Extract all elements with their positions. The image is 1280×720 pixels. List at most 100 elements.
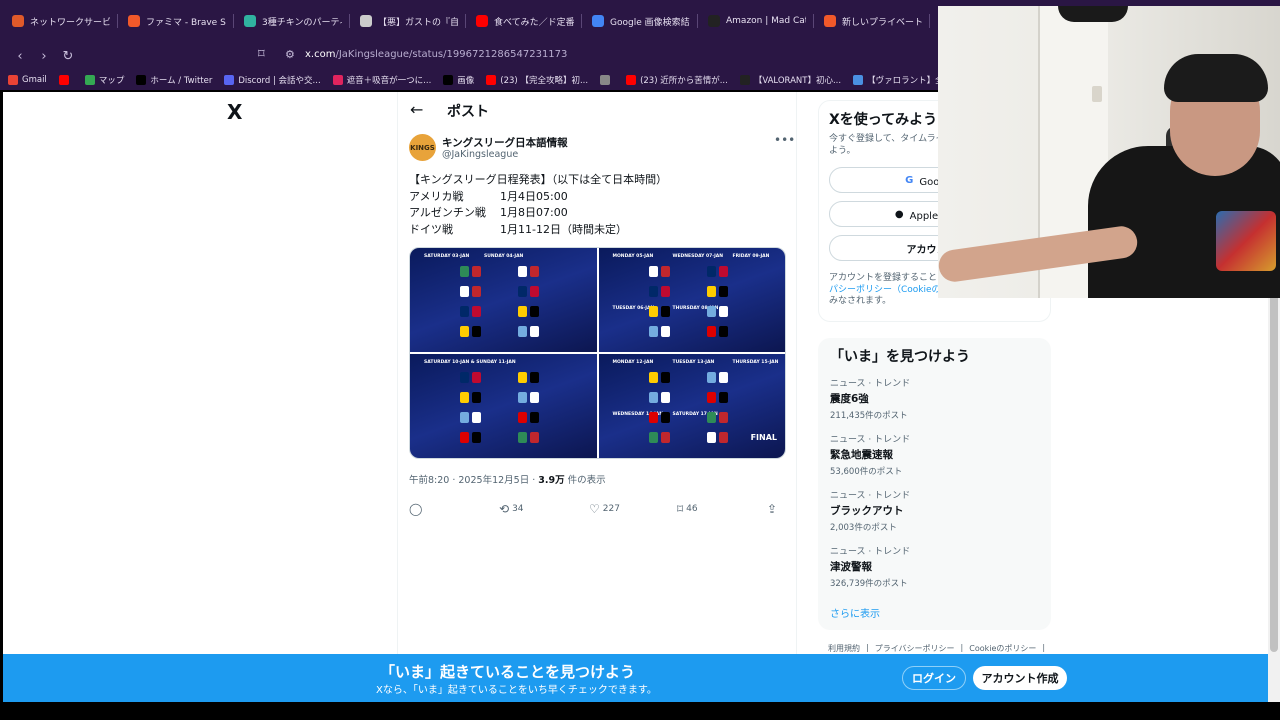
post-time[interactable]: 午前8:20 · 2025年12月5日 · xyxy=(409,475,538,486)
tab-favicon-icon xyxy=(244,15,256,27)
bookmark-button[interactable]: ⌑ 46 xyxy=(677,502,698,516)
webcam-door-knob xyxy=(1092,86,1102,102)
media-match-row xyxy=(706,392,728,403)
retweet-button[interactable]: ⟲ 34 xyxy=(499,502,524,516)
bookmark-item[interactable]: ホーム / Twitter xyxy=(136,74,212,86)
view-suffix: 件の表示 xyxy=(564,475,606,486)
footer-link[interactable]: プライバシーポリシー xyxy=(875,643,955,654)
site-info-icon[interactable]: ⚙ xyxy=(285,48,295,61)
tab-label: 【悪】ガストの『自家製ロ xyxy=(378,17,458,28)
reply-button[interactable]: ◯ xyxy=(409,502,425,516)
schedule-date: 1月4日05:00 xyxy=(500,189,568,203)
browser-tab[interactable]: 食べてみた／ド定番・今2 xyxy=(468,6,582,36)
apple-icon: ● xyxy=(894,208,904,220)
media-header-text: WEDNESDAY 07-JAN xyxy=(672,254,724,259)
bookmark-page-icon[interactable]: ⌑ xyxy=(258,47,265,62)
back-icon[interactable]: ‹ xyxy=(10,46,30,66)
privacy-link[interactable]: パシーポリシー（Cookieの使 xyxy=(829,285,950,295)
tab-favicon-icon xyxy=(128,15,140,27)
flag-icon xyxy=(660,266,670,277)
browser-tab[interactable]: 新しいプライベートタブ xyxy=(816,6,930,36)
bookmark-favicon-icon xyxy=(853,75,864,85)
bookmark-label: 画像 xyxy=(457,76,475,86)
trend-item[interactable]: ニュース · トレンド 津波警報 326,739件のポスト xyxy=(830,544,1040,589)
avatar[interactable]: KINGS xyxy=(409,134,436,161)
signup-button[interactable]: アカウント作成 xyxy=(973,666,1067,690)
flag-icon xyxy=(648,412,658,423)
schedule-team: ドイツ戦 xyxy=(409,222,453,236)
flag-icon xyxy=(460,392,469,403)
bookmark-item[interactable]: Discord | 会話や交... xyxy=(224,74,321,86)
media-image[interactable]: MONDAY 05-JAN WEDNESDAY 07-JAN FRIDAY 09-J… xyxy=(598,248,785,352)
footer-separator: | xyxy=(1042,643,1046,652)
author-handle[interactable]: @JaKingsleague xyxy=(442,149,518,160)
media-match-row xyxy=(648,266,670,277)
flag-icon xyxy=(518,306,527,317)
trend-name: 津波警報 xyxy=(830,561,872,573)
media-image[interactable]: SATURDAY 03-JAN SUNDAY 04-JAN xyxy=(410,248,597,352)
media-match-row xyxy=(518,432,539,443)
bookmark-item[interactable]: (23) 近所から苦情が... xyxy=(626,74,728,86)
footer-separator: | xyxy=(960,643,964,652)
browser-tab[interactable]: 【悪】ガストの『自家製ロ xyxy=(352,6,466,36)
bookmark-favicon-icon xyxy=(58,75,69,85)
bookmark-favicon-icon xyxy=(8,75,18,85)
media-header-text: SATURDAY 03-JAN xyxy=(424,254,470,259)
bookmark-item[interactable]: 【VALORANT】初心... xyxy=(739,74,841,86)
flag-icon xyxy=(718,432,728,443)
forward-icon[interactable]: › xyxy=(34,46,54,66)
browser-tab[interactable]: ファミマ - Brave Search xyxy=(120,6,234,36)
post-text: 【キングスリーグ日程発表】（以下は全て日本時間） アメリカ戦 1月4日05:00 ア… xyxy=(409,172,667,238)
schedule-team: アルゼンチン戦 xyxy=(409,206,486,219)
browser-tab[interactable]: 3種チキンのパーティーセッ xyxy=(236,6,350,36)
browser-tab[interactable]: Amazon | Mad Cat Exp xyxy=(700,6,814,36)
post-media[interactable]: SATURDAY 03-JAN SUNDAY 04-JAN MONDAY 05-JA… xyxy=(409,247,786,459)
flag-icon xyxy=(530,266,539,277)
back-arrow-icon[interactable]: ← xyxy=(410,100,423,119)
author-name[interactable]: キングスリーグ日本語情報 xyxy=(442,135,568,150)
flag-icon xyxy=(706,392,716,403)
browser-tab[interactable]: Google 画像検索結果 xyxy=(584,6,698,36)
flag-icon xyxy=(530,306,539,317)
tab-favicon-icon xyxy=(476,15,488,27)
bookmark-item[interactable] xyxy=(58,75,73,85)
bookmark-item[interactable]: 遮音＋吸音が一つに... xyxy=(332,74,431,86)
google-icon: G xyxy=(905,174,914,186)
avatar-text: KINGS xyxy=(410,143,435,152)
schedule-row: アルゼンチン戦 1月8日07:00 xyxy=(409,205,667,222)
footer-link[interactable]: 利用規約 xyxy=(828,643,860,654)
bookmark-item[interactable]: 画像 xyxy=(443,74,474,86)
more-options-icon[interactable]: ••• xyxy=(774,133,795,147)
x-logo-icon[interactable]: X xyxy=(227,100,245,124)
reload-icon[interactable]: ↻ xyxy=(58,46,78,66)
trend-item[interactable]: ニュース · トレンド 緊急地震速報 53,600件のポスト xyxy=(830,432,1040,477)
browser-tab[interactable]: ネットワークサービスにおけ xyxy=(4,6,118,36)
like-button[interactable]: ♡ 227 xyxy=(589,502,620,516)
bookmark-item[interactable]: Gmail xyxy=(8,75,47,85)
login-button[interactable]: ログイン xyxy=(902,666,966,690)
media-match-row xyxy=(518,266,539,277)
trend-item[interactable]: ニュース · トレンド 震度6強 211,435件のポスト xyxy=(830,376,1040,421)
media-match-row xyxy=(518,306,539,317)
media-header-text: FRIDAY 09-JAN xyxy=(732,254,770,259)
share-button[interactable]: ⇪ xyxy=(767,502,777,516)
bookmark-item[interactable]: マップ xyxy=(84,74,124,86)
trend-item[interactable]: ニュース · トレンド ブラックアウト 2,003件のポスト xyxy=(830,488,1040,533)
bookmark-item[interactable] xyxy=(600,75,614,85)
address-bar[interactable]: x.com/JaKingsleague/status/1996721286547… xyxy=(305,49,567,60)
media-image[interactable]: SATURDAY 10-JAN & SUNDAY 11-JAN xyxy=(410,354,597,458)
flag-icon xyxy=(718,372,728,383)
show-more-link[interactable]: さらに表示 xyxy=(830,605,880,620)
media-match-row xyxy=(648,286,670,297)
schedule-row: ドイツ戦 1月11-12日（時間未定） xyxy=(409,222,667,239)
footer-link[interactable]: Cookieのポリシー xyxy=(969,643,1036,654)
url-path: /JaKingsleague/status/199672128654723117… xyxy=(335,49,568,60)
scrollbar-thumb[interactable] xyxy=(1270,282,1278,652)
bookmark-item[interactable]: (23) 【完全攻略】初... xyxy=(486,74,588,86)
media-match-row xyxy=(648,392,670,403)
media-image[interactable]: MONDAY 12-JAN TUESDAY 13-JAN THURSDAY 15-J… xyxy=(598,354,785,458)
webcam-shirt-print xyxy=(1216,211,1276,271)
flag-icon xyxy=(706,432,716,443)
flag-icon xyxy=(706,372,716,383)
signup-note-end: みなされます。 xyxy=(829,296,892,306)
